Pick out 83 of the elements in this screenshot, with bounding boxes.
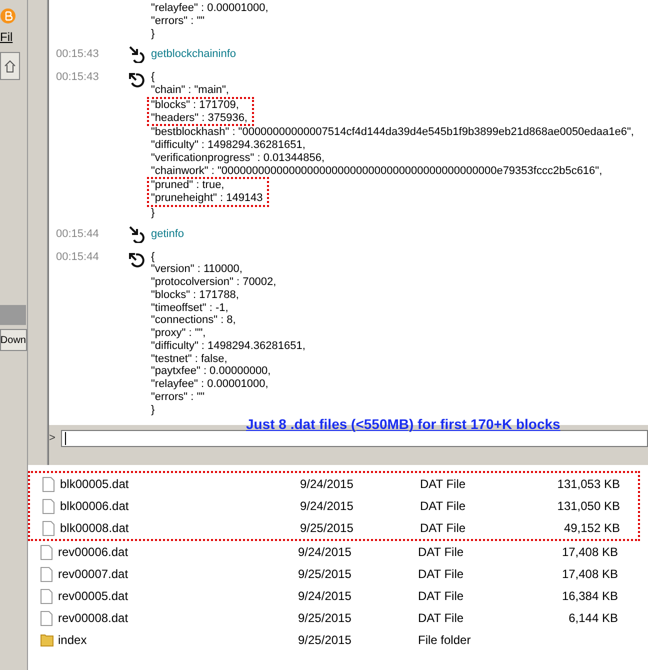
file-size: 49,152 KB bbox=[564, 521, 620, 535]
output-line: "difficulty" : 1498294.36281651, bbox=[151, 340, 306, 352]
coin-logo-icon bbox=[0, 8, 16, 24]
file-date: 9/24/2015 bbox=[300, 498, 354, 515]
output-line: "blocks" : 171788, bbox=[151, 288, 240, 302]
output-line: "errors" : "" bbox=[151, 14, 206, 28]
document-icon bbox=[42, 476, 55, 492]
file-size: 6,144 KB bbox=[568, 611, 618, 625]
file-name[interactable]: rev00008.dat bbox=[54, 609, 298, 627]
file-name[interactable]: blk00006.dat bbox=[56, 497, 300, 515]
output-line: "relayfee" : 0.00001000, bbox=[151, 2, 268, 15]
file-type: DAT File bbox=[420, 520, 467, 537]
command-text: getblockchaininfo bbox=[151, 48, 236, 61]
reply-arrow-icon bbox=[127, 71, 145, 90]
command-arrow-icon bbox=[127, 224, 145, 242]
output-line: "headers" : 375936, bbox=[151, 112, 248, 124]
folder-icon bbox=[40, 633, 54, 647]
output-line: "blocks" : 171709, bbox=[151, 98, 240, 112]
file-type: File folder bbox=[418, 632, 472, 649]
output-line: "paytxfee" : 0.00000000, bbox=[151, 365, 272, 378]
file-type: DAT File bbox=[418, 566, 465, 583]
output-line: } bbox=[151, 28, 156, 40]
reply-arrow-icon bbox=[127, 250, 145, 268]
output-line: "chainwork" : "000000000000000000000000000000000000000000000e79353fccc2b5c616", bbox=[151, 164, 604, 178]
output-line: "proxy" : "", bbox=[151, 327, 207, 340]
file-size: 131,050 KB bbox=[557, 499, 620, 513]
file-type: DAT File bbox=[418, 544, 465, 561]
file-name[interactable]: blk00008.dat bbox=[56, 519, 300, 537]
output-line: "chain" : "main", bbox=[151, 84, 230, 97]
file-name[interactable]: rev00006.dat bbox=[54, 543, 298, 561]
output-line: "relayfee" : 0.00001000, bbox=[151, 378, 270, 391]
file-type: DAT File bbox=[418, 588, 465, 605]
output-line: { bbox=[151, 71, 156, 84]
timestamp: 00:15:43 bbox=[56, 71, 99, 84]
output-line: "errors" : "" bbox=[151, 390, 206, 404]
output-line: "bestblockhash" : "00000000000007514cf4d144da39d4e545b1f9b3899eb21d868ae0050edaa1e6", bbox=[151, 126, 634, 139]
down-button[interactable]: Down bbox=[0, 329, 27, 351]
menu-item[interactable]: Fil bbox=[0, 28, 13, 46]
output-line: } bbox=[151, 206, 156, 220]
file-size: 17,408 KB bbox=[562, 567, 618, 581]
output-line: { bbox=[151, 250, 156, 264]
file-size: 17,408 KB bbox=[562, 545, 618, 559]
output-line: "connections" : 8, bbox=[151, 314, 237, 327]
document-icon bbox=[40, 544, 53, 560]
command-text: getinfo bbox=[151, 228, 184, 240]
file-type: DAT File bbox=[418, 610, 465, 627]
file-date: 9/25/2015 bbox=[298, 632, 352, 649]
file-type: DAT File bbox=[420, 498, 467, 515]
document-icon bbox=[40, 610, 53, 626]
prompt-symbol: > bbox=[49, 430, 56, 446]
file-date: 9/25/2015 bbox=[298, 566, 352, 583]
output-line: } bbox=[151, 404, 156, 416]
file-date: 9/25/2015 bbox=[300, 520, 354, 537]
file-date: 9/24/2015 bbox=[300, 476, 354, 493]
document-icon bbox=[40, 566, 53, 582]
file-name[interactable]: rev00007.dat bbox=[54, 565, 298, 583]
file-date: 9/24/2015 bbox=[298, 588, 352, 605]
output-line: "pruneheight" : 149143 bbox=[151, 192, 263, 205]
output-line: "pruned" : true, bbox=[151, 179, 226, 192]
timestamp: 00:15:44 bbox=[56, 228, 99, 240]
document-icon bbox=[40, 588, 53, 604]
timestamp: 00:15:43 bbox=[56, 48, 99, 60]
output-line: "timeoffset" : -1, bbox=[151, 302, 230, 314]
file-date: 9/24/2015 bbox=[298, 544, 352, 561]
command-arrow-icon bbox=[127, 45, 145, 64]
output-line: "testnet" : false, bbox=[151, 352, 228, 366]
output-line: "verificationprogress" : 0.01344856, bbox=[151, 152, 326, 164]
home-icon bbox=[4, 59, 16, 73]
output-line: "difficulty" : 1498294.36281651, bbox=[151, 139, 306, 152]
file-date: 9/25/2015 bbox=[298, 610, 352, 627]
home-button[interactable] bbox=[0, 52, 20, 80]
file-name[interactable]: blk00005.dat bbox=[56, 475, 300, 493]
caption: Just 8 .dat files (<550MB) for first 170+K blocks bbox=[246, 415, 560, 434]
document-icon bbox=[42, 498, 55, 514]
output-line: "protocolversion" : 70002, bbox=[151, 276, 278, 289]
timestamp: 00:15:44 bbox=[56, 250, 99, 262]
file-size: 16,384 KB bbox=[562, 589, 618, 603]
document-icon bbox=[42, 520, 55, 536]
file-type: DAT File bbox=[420, 476, 467, 493]
file-size: 131,053 KB bbox=[557, 477, 620, 491]
file-name[interactable]: index bbox=[54, 631, 298, 649]
output-line: "version" : 110000, bbox=[151, 263, 244, 276]
file-name[interactable]: rev00005.dat bbox=[54, 587, 298, 605]
